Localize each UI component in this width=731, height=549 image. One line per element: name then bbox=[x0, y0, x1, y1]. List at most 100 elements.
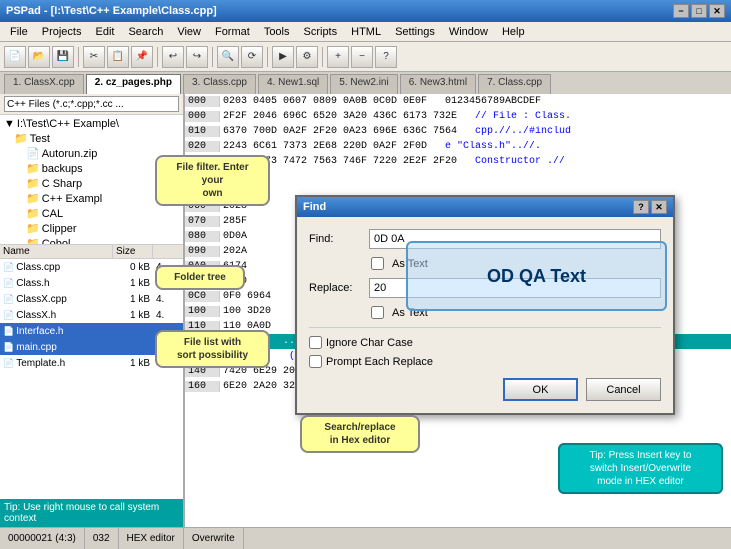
tree-label-cal: CAL bbox=[42, 208, 63, 220]
tab-new3-html[interactable]: 6. New3.html bbox=[400, 74, 476, 94]
ok-button[interactable]: OK bbox=[503, 378, 578, 401]
file-name-class-cpp: 📄Class.cpp bbox=[0, 262, 113, 273]
tree-item-autorun[interactable]: 📄 Autorun.zip bbox=[2, 146, 181, 161]
find-dialog-title-text: Find bbox=[303, 201, 326, 213]
tree-root[interactable]: ▼ I:\Test\C++ Example\ bbox=[2, 117, 181, 131]
file-list: 📄Class.cpp 0 kB 4. 📄Class.h 1 kB 4. 📄Cla… bbox=[0, 259, 183, 499]
cut-button[interactable]: ✂ bbox=[83, 46, 105, 68]
new-button[interactable]: 📄 bbox=[4, 46, 26, 68]
prompt-replace-checkbox[interactable] bbox=[309, 355, 322, 368]
hex-addr-d: 100 bbox=[185, 306, 220, 317]
file-filter-input[interactable] bbox=[4, 96, 179, 112]
menu-projects[interactable]: Projects bbox=[36, 24, 88, 40]
menu-help[interactable]: Help bbox=[496, 24, 531, 40]
cancel-button[interactable]: Cancel bbox=[586, 378, 661, 401]
file-num-classx-h: 4. bbox=[153, 310, 183, 321]
save-button[interactable]: 💾 bbox=[52, 46, 74, 68]
dialog-divider bbox=[309, 327, 661, 328]
menu-settings[interactable]: Settings bbox=[389, 24, 441, 40]
undo-button[interactable]: ↩ bbox=[162, 46, 184, 68]
hex-bytes-2: 2243 6C61 7373 2E68 220D 0A2F 2F0D e "Cl… bbox=[220, 141, 731, 152]
find-dialog-close[interactable]: ✕ bbox=[651, 200, 667, 214]
zoom-in-button[interactable]: + bbox=[327, 46, 349, 68]
copy-button[interactable]: 📋 bbox=[107, 46, 129, 68]
open-button[interactable]: 📂 bbox=[28, 46, 50, 68]
status-mode: HEX editor bbox=[119, 528, 184, 549]
status-bar: 00000021 (4:3) 032 HEX editor Overwrite bbox=[0, 527, 731, 549]
folder-icon-csharp: 📁 bbox=[26, 177, 40, 190]
col-name[interactable]: Name bbox=[0, 245, 113, 258]
replace-button[interactable]: ⟳ bbox=[241, 46, 263, 68]
hex-bytes-3: 436F 6E73 7472 7563 746F 7220 2E2F 2F20 … bbox=[220, 156, 731, 167]
find-as-text-checkbox[interactable] bbox=[371, 257, 384, 270]
folder-icon-clipper: 📁 bbox=[26, 222, 40, 235]
status-col: 032 bbox=[85, 528, 119, 549]
hex-bytes-1: 6370 700D 0A2F 2F20 0A23 696E 636C 7564 … bbox=[220, 126, 731, 137]
folder-icon-cobol: 📁 bbox=[26, 237, 40, 245]
dialog-buttons: OK Cancel bbox=[309, 378, 661, 401]
menu-tools[interactable]: Tools bbox=[258, 24, 296, 40]
tree-item-cal[interactable]: 📁 CAL bbox=[2, 206, 181, 221]
help-button[interactable]: ? bbox=[375, 46, 397, 68]
hex-addr-7: 070 bbox=[185, 216, 220, 227]
status-ins-text: Overwrite bbox=[192, 533, 235, 544]
tree-root-label: I:\Test\C++ Example\ bbox=[17, 118, 119, 130]
tab-7-class-cpp[interactable]: 7. Class.cpp bbox=[478, 74, 551, 94]
file-name-main-cpp: 📄main.cpp bbox=[0, 342, 113, 353]
tab-new2-ini[interactable]: 5. New2.ini bbox=[330, 74, 397, 94]
menu-edit[interactable]: Edit bbox=[89, 24, 120, 40]
col-size[interactable]: Size bbox=[113, 245, 153, 258]
tab-cz-pages-php[interactable]: 2. cz_pages.php bbox=[86, 74, 181, 94]
file-name-template-h: 📄Template.h bbox=[0, 358, 113, 369]
status-position: 00000021 (4:3) bbox=[0, 528, 85, 549]
hex-row-2: 020 2243 6C61 7373 2E68 220D 0A2F 2F0D e… bbox=[185, 139, 731, 154]
menu-window[interactable]: Window bbox=[443, 24, 494, 40]
minimize-button[interactable]: − bbox=[673, 4, 689, 18]
tab-classx-cpp[interactable]: 1. ClassX.cpp bbox=[4, 74, 84, 94]
hex-addr-1: 010 bbox=[185, 126, 220, 137]
tree-label-csharp: C Sharp bbox=[42, 178, 82, 190]
tab-new1-sql[interactable]: 4. New1.sql bbox=[258, 74, 328, 94]
folder-icon-cal: 📁 bbox=[26, 207, 40, 220]
find-dialog-question[interactable]: ? bbox=[633, 200, 649, 214]
find-label: Find: bbox=[309, 233, 369, 245]
menu-scripts[interactable]: Scripts bbox=[298, 24, 344, 40]
tree-item-clipper[interactable]: 📁 Clipper bbox=[2, 221, 181, 236]
file-name-classx-h: 📄ClassX.h bbox=[0, 310, 113, 321]
ignore-case-checkbox[interactable] bbox=[309, 336, 322, 349]
toolbar-sep-3 bbox=[212, 47, 213, 67]
file-size-classx-cpp: 1 kB bbox=[113, 294, 153, 305]
paste-button[interactable]: 📌 bbox=[131, 46, 153, 68]
toolbar-sep-1 bbox=[78, 47, 79, 67]
menu-format[interactable]: Format bbox=[209, 24, 256, 40]
tip-text: Tip: Use right mouse to call system cont… bbox=[4, 502, 179, 524]
file-size-class-h: 1 kB bbox=[113, 278, 153, 289]
file-size-class-cpp: 0 kB bbox=[113, 262, 153, 273]
redo-button[interactable]: ↪ bbox=[186, 46, 208, 68]
file-row-classx-cpp[interactable]: 📄ClassX.cpp 1 kB 4. bbox=[0, 291, 183, 307]
settings-button[interactable]: ⚙ bbox=[296, 46, 318, 68]
tab-class-cpp[interactable]: 3. Class.cpp bbox=[183, 74, 256, 94]
status-ins: Overwrite bbox=[184, 528, 244, 549]
tree-label-test: Test bbox=[30, 133, 50, 145]
file-num-classx-cpp: 4. bbox=[153, 294, 183, 305]
file-row-classx-h[interactable]: 📄ClassX.h 1 kB 4. bbox=[0, 307, 183, 323]
col-num bbox=[153, 245, 183, 258]
close-button[interactable]: ✕ bbox=[709, 4, 725, 18]
file-name-classx-cpp: 📄ClassX.cpp bbox=[0, 294, 113, 305]
maximize-button[interactable]: □ bbox=[691, 4, 707, 18]
zoom-out-button[interactable]: − bbox=[351, 46, 373, 68]
hex-bytes-4: 696D bbox=[220, 171, 731, 182]
run-button[interactable]: ▶ bbox=[272, 46, 294, 68]
replace-as-text-checkbox[interactable] bbox=[371, 306, 384, 319]
menu-html[interactable]: HTML bbox=[345, 24, 387, 40]
tree-item-test[interactable]: 📁 Test bbox=[2, 131, 181, 146]
find-button[interactable]: 🔍 bbox=[217, 46, 239, 68]
hex-addr-0: 000 bbox=[185, 111, 220, 122]
menu-view[interactable]: View bbox=[171, 24, 207, 40]
menu-file[interactable]: File bbox=[4, 24, 34, 40]
status-col-text: 032 bbox=[93, 533, 110, 544]
tree-item-cobol[interactable]: 📁 Cobol bbox=[2, 236, 181, 245]
toolbar-sep-2 bbox=[157, 47, 158, 67]
menu-search[interactable]: Search bbox=[122, 24, 169, 40]
